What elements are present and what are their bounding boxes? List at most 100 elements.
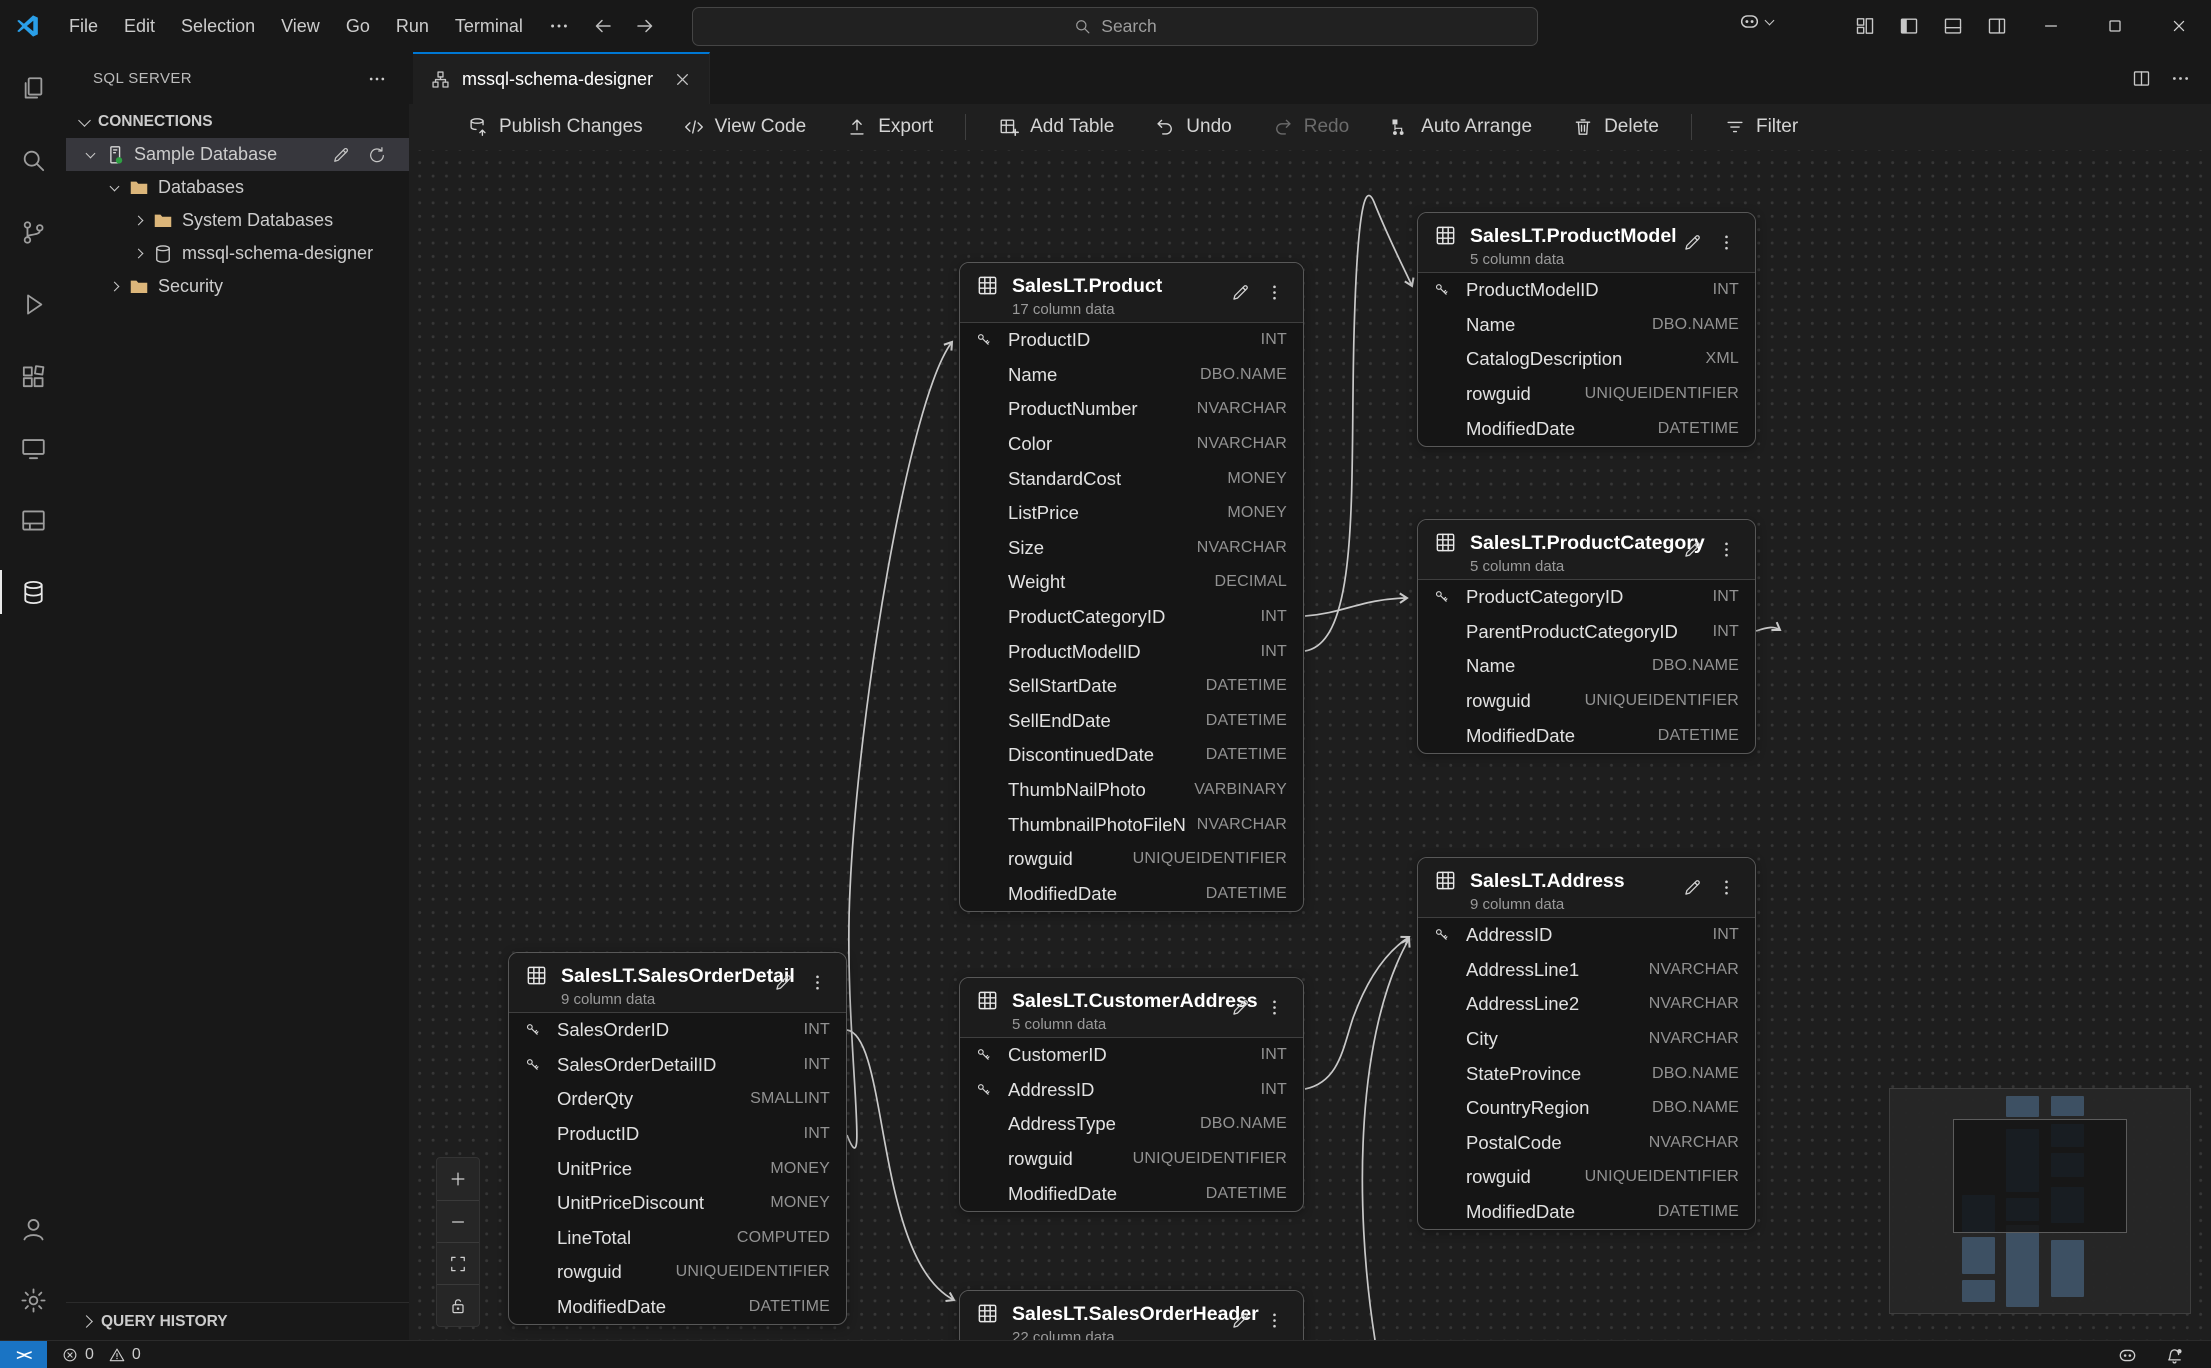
table-card-header[interactable]: SalesLT.ProductModel5 column data xyxy=(1418,213,1755,273)
export-button[interactable]: Export xyxy=(826,109,953,145)
navigate-back-icon[interactable] xyxy=(591,14,615,38)
navigate-forward-icon[interactable] xyxy=(633,14,657,38)
menu-view[interactable]: View xyxy=(268,8,333,44)
activity-item-extensions[interactable] xyxy=(0,340,66,412)
tab-mssql-schema-designer[interactable]: mssql-schema-designer xyxy=(413,52,710,104)
activity-item-remote-explorer[interactable] xyxy=(0,412,66,484)
column-name: SalesOrderID xyxy=(557,1019,792,1041)
layout-right-icon[interactable] xyxy=(1975,0,2019,51)
menu-go[interactable]: Go xyxy=(333,8,383,44)
tree-item-databases[interactable]: Databases xyxy=(66,171,409,204)
tree-item-system-databases[interactable]: System Databases xyxy=(66,204,409,237)
tree-item-mssql-schema-designer[interactable]: mssql-schema-designer xyxy=(66,237,409,270)
add-table-button[interactable]: Add Table xyxy=(978,109,1134,145)
activity-item-source-control[interactable] xyxy=(0,196,66,268)
column-name: ModifiedDate xyxy=(557,1296,737,1318)
schema-designer-canvas[interactable]: SalesLT.Product17 column dataProductIDIN… xyxy=(409,150,2211,1340)
undo-button[interactable]: Undo xyxy=(1134,109,1251,145)
window-maximize-button[interactable] xyxy=(2083,0,2147,51)
table-card-header[interactable]: SalesLT.ProductCategory5 column data xyxy=(1418,520,1755,580)
kebab-icon[interactable] xyxy=(807,972,828,993)
table-card-customeraddress[interactable]: SalesLT.CustomerAddress5 column dataCust… xyxy=(959,977,1304,1212)
pencil-icon[interactable] xyxy=(1682,877,1703,898)
remote-indicator[interactable]: >< xyxy=(0,1341,47,1368)
toolbar-button-label: Delete xyxy=(1604,116,1659,138)
pencil-icon[interactable] xyxy=(1682,539,1703,560)
minus-icon xyxy=(448,1212,468,1232)
activity-item-run-debug[interactable] xyxy=(0,268,66,340)
activity-item-sql-server[interactable] xyxy=(0,556,66,628)
menu-selection[interactable]: Selection xyxy=(168,8,268,44)
search-input[interactable]: Search xyxy=(692,7,1538,46)
chevron-right-icon xyxy=(133,216,143,226)
activity-item-settings[interactable] xyxy=(0,1265,66,1336)
layout-bottom-icon[interactable] xyxy=(1931,0,1975,51)
table-card-header[interactable]: SalesLT.Address9 column data xyxy=(1418,858,1755,918)
connections-section-header[interactable]: CONNECTIONS xyxy=(66,105,409,138)
menu-terminal[interactable]: Terminal xyxy=(442,8,536,44)
auto-arrange-button[interactable]: Auto Arrange xyxy=(1369,109,1552,145)
column-type: DBO.NAME xyxy=(1652,657,1739,675)
table-card-header[interactable]: SalesLT.Product17 column data xyxy=(960,263,1303,323)
zoom-in-button[interactable] xyxy=(437,1158,479,1200)
table-card-header[interactable]: SalesLT.SalesOrderDetail9 column data xyxy=(509,953,846,1013)
primary-key-icon xyxy=(1433,926,1451,944)
table-card-header[interactable]: SalesLT.CustomerAddress5 column data xyxy=(960,978,1303,1038)
kebab-icon[interactable] xyxy=(1264,282,1285,303)
pencil-icon[interactable] xyxy=(1230,282,1251,303)
split-editor-icon[interactable] xyxy=(2131,68,2152,89)
lock-button[interactable] xyxy=(437,1284,479,1326)
window-minimize-button[interactable] xyxy=(2019,0,2083,51)
pencil-icon[interactable] xyxy=(331,145,351,165)
more-h-icon[interactable] xyxy=(2170,68,2191,89)
activity-item-search[interactable] xyxy=(0,124,66,196)
menu-file[interactable]: File xyxy=(56,8,111,44)
kebab-icon[interactable] xyxy=(1716,539,1737,560)
toolbar-button-label: View Code xyxy=(715,116,807,138)
fit-view-button[interactable] xyxy=(437,1242,479,1284)
activity-item-panel-layout[interactable] xyxy=(0,484,66,556)
layout-customize-icon[interactable] xyxy=(1843,0,1887,51)
table-card-salesorderheader[interactable]: SalesLT.SalesOrderHeader22 column data xyxy=(959,1290,1304,1340)
close-tab-icon[interactable] xyxy=(672,69,693,90)
kebab-icon[interactable] xyxy=(1716,232,1737,253)
window-close-button[interactable] xyxy=(2147,0,2211,51)
pencil-icon[interactable] xyxy=(1682,232,1703,253)
pencil-icon[interactable] xyxy=(1230,997,1251,1018)
minimap-viewport[interactable] xyxy=(1953,1119,2127,1233)
problems-indicator[interactable]: 0 0 xyxy=(47,1346,149,1364)
publish-changes-button[interactable]: Publish Changes xyxy=(447,109,663,145)
menu-edit[interactable]: Edit xyxy=(111,8,168,44)
copilot-icon[interactable] xyxy=(2117,1345,2138,1366)
kebab-icon[interactable] xyxy=(1716,877,1737,898)
delete-button[interactable]: Delete xyxy=(1552,109,1679,145)
table-card-address[interactable]: SalesLT.Address9 column dataAddressIDINT… xyxy=(1417,857,1756,1230)
filter-button[interactable]: Filter xyxy=(1704,109,1818,145)
layout-left-icon[interactable] xyxy=(1887,0,1931,51)
menu-run[interactable]: Run xyxy=(383,8,442,44)
refresh-icon[interactable] xyxy=(367,145,387,165)
column-type: INT xyxy=(1261,1046,1287,1064)
vscode-window: FileEditSelectionViewGoRunTerminal Searc… xyxy=(0,0,2211,1368)
table-card-salesorderdetail[interactable]: SalesLT.SalesOrderDetail9 column data Sal… xyxy=(508,952,847,1325)
activity-item-account[interactable] xyxy=(0,1194,66,1265)
tree-item-security[interactable]: Security xyxy=(66,270,409,303)
table-card-productmodel[interactable]: SalesLT.ProductModel5 column dataProduct… xyxy=(1417,212,1756,447)
bell-dot-icon[interactable] xyxy=(2164,1345,2185,1366)
view-code-button[interactable]: View Code xyxy=(663,109,827,145)
sidebar-more-actions-icon[interactable] xyxy=(367,69,387,89)
pencil-icon[interactable] xyxy=(773,972,794,993)
table-card-product[interactable]: SalesLT.Product17 column dataProductIDIN… xyxy=(959,262,1304,912)
zoom-out-button[interactable] xyxy=(437,1200,479,1242)
pencil-icon[interactable] xyxy=(1230,1310,1251,1331)
activity-item-explorer[interactable] xyxy=(0,52,66,124)
table-card-header[interactable]: SalesLT.SalesOrderHeader22 column data xyxy=(960,1291,1303,1340)
tree-item-sample-database[interactable]: Sample Database xyxy=(66,138,409,171)
more-menus-icon[interactable] xyxy=(536,15,582,37)
minimap[interactable] xyxy=(1889,1088,2191,1314)
table-card-productcategory[interactable]: SalesLT.ProductCategory5 column dataProd… xyxy=(1417,519,1756,754)
kebab-icon[interactable] xyxy=(1264,997,1285,1018)
query-history-section-header[interactable]: QUERY HISTORY xyxy=(66,1302,409,1340)
copilot-menu[interactable] xyxy=(1738,10,1773,33)
kebab-icon[interactable] xyxy=(1264,1310,1285,1331)
